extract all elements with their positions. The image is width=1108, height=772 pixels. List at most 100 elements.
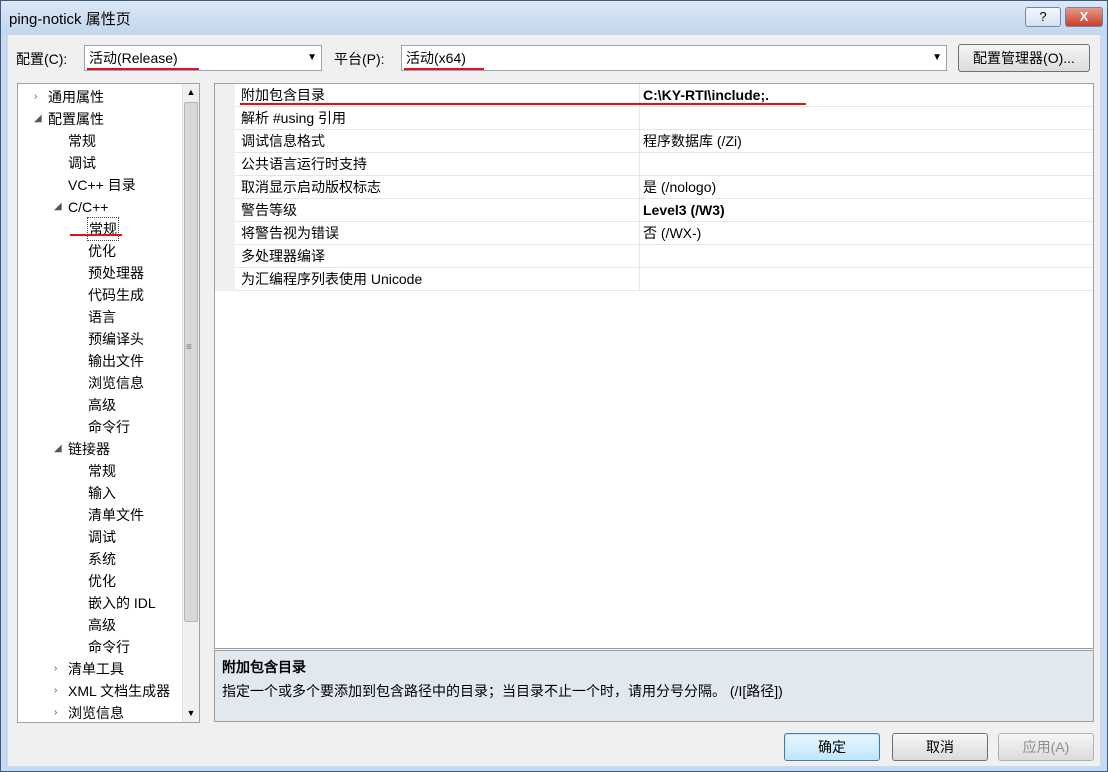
tree-scrollbar[interactable]: ▲ ≡ ▼	[182, 84, 199, 722]
tree-item-label: 常规	[88, 463, 116, 479]
property-tree: › 通用属性 ◢ 配置属性 常规 调试 VC++ 目录 ◢ C/C++ 常规 优化 预处理器 代码生成语…	[17, 83, 200, 723]
tree-item-label: 常规	[68, 133, 96, 149]
property-row[interactable]: 公共语言运行时支持	[215, 153, 1093, 176]
row-gutter	[215, 199, 235, 222]
platform-value: 活动(x64)	[406, 50, 466, 66]
row-gutter	[215, 130, 235, 153]
tree-item-label: 配置属性	[48, 111, 104, 127]
tree-item-label: 输出文件	[88, 353, 144, 369]
property-name: 公共语言运行时支持	[241, 156, 367, 172]
property-row[interactable]: 多处理器编译	[215, 245, 1093, 268]
property-name: 将警告视为错误	[241, 225, 339, 241]
description-panel: 附加包含目录 指定一个或多个要添加到包含路径中的目录；当目录不止一个时，请用分号…	[214, 650, 1094, 722]
property-row[interactable]: 将警告视为错误 否 (/WX-)	[215, 222, 1093, 245]
scroll-down-icon[interactable]: ▼	[183, 705, 199, 722]
dialog-client: 配置(C): 活动(Release) ▼ 平台(P): 活动(x64) ▼ 配置…	[8, 35, 1100, 766]
annotation-underline	[87, 68, 199, 70]
property-grid: 附加包含目录 C:\KY-RTI\include;. 解析 #using 引用 调试信…	[214, 83, 1094, 649]
property-value[interactable]: 否 (/WX-)	[643, 222, 701, 245]
property-name: 为汇编程序列表使用 Unicode	[241, 271, 423, 287]
annotation-underline	[404, 68, 484, 70]
expand-arrow-icon[interactable]: ›	[54, 658, 57, 680]
tree-item-label: 清单文件	[88, 507, 144, 523]
description-title: 附加包含目录	[222, 659, 306, 675]
property-name: 调试信息格式	[241, 133, 325, 149]
title-bar[interactable]: ping-notick 属性页 ? X	[1, 1, 1107, 35]
property-value[interactable]: 是 (/nologo)	[643, 176, 716, 199]
config-label: 配置(C):	[16, 51, 68, 67]
cancel-button[interactable]: 取消	[892, 733, 988, 761]
help-button[interactable]: ?	[1025, 7, 1061, 27]
row-gutter	[215, 268, 235, 291]
tree-item-label: 嵌入的 IDL	[88, 595, 156, 611]
property-name: 警告等级	[241, 202, 297, 218]
annotation-underline	[70, 234, 122, 236]
property-row[interactable]: 为汇编程序列表使用 Unicode	[215, 268, 1093, 291]
tree-item-label: XML 文档生成器	[68, 683, 171, 699]
tree-item-label: 命令行	[88, 639, 130, 655]
tree-item-label: 浏览信息	[68, 705, 124, 721]
tree-item-label: VC++ 目录	[68, 177, 136, 193]
tree-item-label: 系统	[88, 551, 116, 567]
property-name: 多处理器编译	[241, 248, 325, 264]
row-gutter	[215, 222, 235, 245]
property-row[interactable]: 解析 #using 引用	[215, 107, 1093, 130]
chevron-down-icon: ▼	[307, 52, 317, 63]
tree-item-label: 通用属性	[48, 89, 104, 105]
grip-icon: ≡	[186, 342, 192, 353]
tree-item-label: 清单工具	[68, 661, 124, 677]
column-divider	[639, 130, 640, 153]
description-text: 指定一个或多个要添加到包含路径中的目录；当目录不止一个时，请用分号分隔。 (/I…	[222, 683, 783, 699]
scroll-thumb[interactable]	[184, 102, 198, 622]
row-gutter	[215, 107, 235, 130]
row-gutter	[215, 84, 235, 107]
tree-item-label: 常规	[87, 217, 119, 241]
column-divider	[639, 222, 640, 245]
tree-item-label: 输入	[88, 485, 116, 501]
config-value: 活动(Release)	[89, 50, 178, 66]
column-divider	[639, 153, 640, 176]
property-value[interactable]: Level3 (/W3)	[643, 199, 725, 222]
expand-arrow-icon[interactable]: ›	[54, 702, 57, 722]
column-divider	[639, 107, 640, 130]
tree-item-label: 链接器	[68, 441, 110, 457]
expand-arrow-icon[interactable]: ›	[54, 680, 57, 702]
close-button[interactable]: X	[1065, 7, 1103, 27]
column-divider	[639, 268, 640, 291]
property-row[interactable]: 取消显示启动版权标志 是 (/nologo)	[215, 176, 1093, 199]
property-value[interactable]: 程序数据库 (/Zi)	[643, 130, 742, 153]
row-gutter	[215, 176, 235, 199]
row-gutter	[215, 245, 235, 268]
properties-dialog: ping-notick 属性页 ? X 配置(C): 活动(Release) ▼…	[0, 0, 1108, 772]
platform-label: 平台(P):	[334, 51, 385, 67]
collapse-arrow-icon[interactable]: ◢	[54, 438, 62, 460]
tree-item-label: 优化	[88, 243, 116, 259]
column-divider	[639, 176, 640, 199]
tree-item-label: 语言	[88, 309, 116, 325]
tree-item-label: 预处理器	[88, 265, 144, 281]
tree-item-label: 高级	[88, 617, 116, 633]
expand-arrow-icon[interactable]: ›	[34, 86, 37, 108]
column-divider	[639, 199, 640, 222]
tree-item-label: C/C++	[68, 199, 109, 215]
column-divider	[639, 245, 640, 268]
property-row[interactable]: 调试信息格式 程序数据库 (/Zi)	[215, 130, 1093, 153]
ok-button[interactable]: 确定	[784, 733, 880, 761]
apply-button[interactable]: 应用(A)	[998, 733, 1094, 761]
collapse-arrow-icon[interactable]: ◢	[34, 108, 42, 130]
tree-item-label: 优化	[88, 573, 116, 589]
config-manager-button[interactable]: 配置管理器(O)...	[958, 44, 1090, 72]
tree-item-label: 代码生成	[88, 287, 144, 303]
scroll-up-icon[interactable]: ▲	[183, 84, 199, 101]
tree-item-label: 调试	[68, 155, 96, 171]
property-name: 取消显示启动版权标志	[241, 179, 381, 195]
property-row[interactable]: 警告等级 Level3 (/W3)	[215, 199, 1093, 222]
collapse-arrow-icon[interactable]: ◢	[54, 196, 62, 218]
window-title: ping-notick 属性页	[9, 11, 131, 28]
tree-item-label: 预编译头	[88, 331, 144, 347]
tree-item-label: 命令行	[88, 419, 130, 435]
row-gutter	[215, 153, 235, 176]
tree-item-label: 高级	[88, 397, 116, 413]
tree-item-label: 调试	[88, 529, 116, 545]
property-name: 解析 #using 引用	[241, 110, 347, 126]
